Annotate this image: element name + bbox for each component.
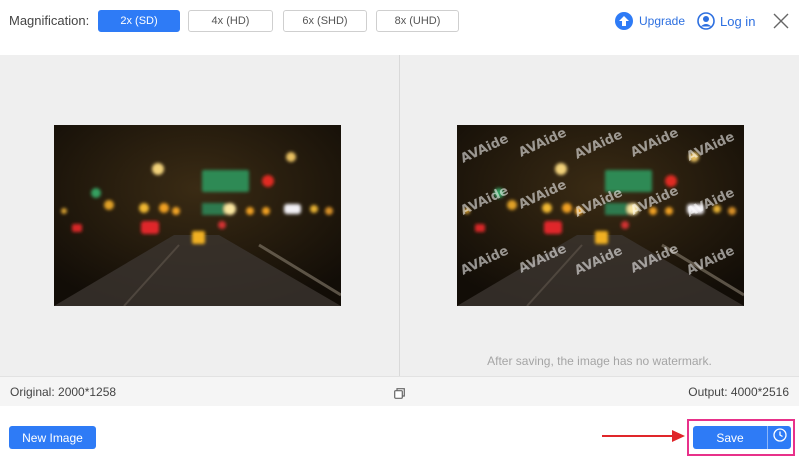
upgrade-link[interactable]: Upgrade xyxy=(615,11,685,31)
clock-icon xyxy=(772,428,787,447)
new-image-button[interactable]: New Image xyxy=(9,426,96,449)
preview-area: AVAide AVAide AVAide AVAide AVAide AVAid… xyxy=(0,55,799,376)
user-circle-icon xyxy=(697,12,715,30)
magnification-4x-button[interactable]: 4x (HD) xyxy=(188,10,273,32)
login-label: Log in xyxy=(720,13,756,29)
original-image xyxy=(54,125,341,306)
login-link[interactable]: Log in xyxy=(697,11,755,31)
close-icon[interactable] xyxy=(773,13,789,29)
upgrade-label: Upgrade xyxy=(639,14,686,28)
preview-divider xyxy=(399,55,400,376)
save-highlight: Save xyxy=(687,419,795,456)
info-bar: Original: 2000*1258 Output: 4000*2516 xyxy=(0,376,799,406)
red-arrow-icon xyxy=(602,429,686,443)
upgrade-arrow-icon xyxy=(615,12,633,30)
save-button[interactable]: Save xyxy=(693,426,767,449)
magnification-2x-button[interactable]: 2x (SD) xyxy=(98,10,180,32)
original-size-label: Original: 2000*1258 xyxy=(10,385,117,399)
history-button[interactable] xyxy=(767,426,791,449)
output-image: AVAide AVAide AVAide AVAide AVAide AVAid… xyxy=(457,125,744,306)
output-size-label: Output: 4000*2516 xyxy=(688,385,789,399)
compare-icon[interactable] xyxy=(394,386,405,399)
toolbar: Magnification: 2x (SD) 4x (HD) 6x (SHD) … xyxy=(0,0,799,55)
watermark-note: After saving, the image has no watermark… xyxy=(487,354,712,368)
magnification-6x-button[interactable]: 6x (SHD) xyxy=(283,10,367,32)
magnification-label: Magnification: xyxy=(9,13,90,28)
magnification-8x-button[interactable]: 8x (UHD) xyxy=(376,10,459,32)
